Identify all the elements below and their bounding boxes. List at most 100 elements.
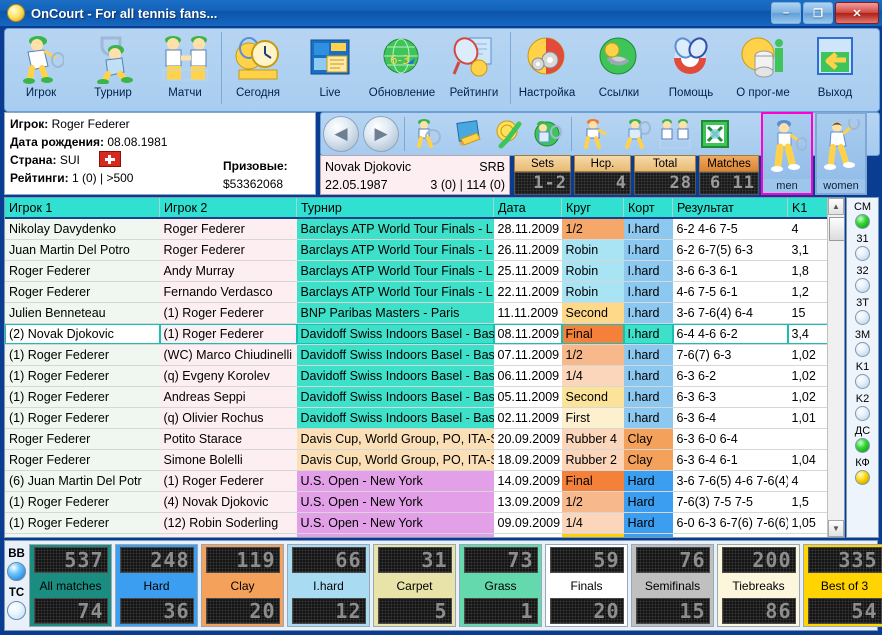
column-header-player2[interactable]: Игрок 2 (159, 198, 297, 219)
scroll-down-button[interactable]: ▼ (828, 520, 844, 537)
cell-result: 6-3 6-4 (672, 407, 788, 429)
table-row[interactable]: (6) Juan Martin Del Potr (1) Roger Federe… (5, 470, 844, 492)
rail-led-CM[interactable] (855, 214, 870, 229)
table-row[interactable]: Juan Martin Del Potro Roger Federer Barcla… (5, 239, 844, 261)
stat-card[interactable]: 335 Best of 3 54 (803, 544, 882, 627)
opponent-detail-row: 22.05.1987 3 (0) | 114 (0) (325, 176, 505, 194)
opponent-info-panel: Novak Djokovic SRB 22.05.1987 3 (0) | 11… (320, 155, 510, 195)
table-row[interactable]: (1) Roger Federer (12) Robin Soderling U.S… (5, 512, 844, 534)
toolbar-item-about[interactable]: О прог-ме (727, 29, 799, 110)
cell-court: Clay (623, 449, 673, 471)
cell-round: Rubber 4 (561, 428, 624, 450)
toolbar-item-update[interactable]: 6-3 Обновление (366, 29, 438, 110)
stat-card[interactable]: 537 All matches 74 (29, 544, 112, 627)
stat-card[interactable]: 248 Hard 36 (115, 544, 198, 627)
stat-card[interactable]: 76 Semifinals 15 (631, 544, 714, 627)
column-header-player1[interactable]: Игрок 1 (5, 198, 160, 219)
table-row[interactable]: (1) Roger Federer Andreas Seppi Davidoff S… (5, 386, 844, 408)
table-row[interactable]: (1) Roger Federer (WC) Marco Chiudinelli D… (5, 344, 844, 366)
toolbar-item-player[interactable]: Игрок (5, 29, 77, 110)
minimize-button[interactable]: – (771, 2, 801, 24)
cell-round: 1/2 (561, 218, 624, 240)
stat-card[interactable]: 73 Grass 1 (459, 544, 542, 627)
grid-vertical-scrollbar[interactable]: ▲ ▼ (827, 198, 844, 537)
cell-date: 07.11.2009 (493, 344, 562, 366)
rail-led-K1[interactable] (855, 374, 870, 389)
rail-led-32[interactable] (855, 278, 870, 293)
stat-card-name: Finals (570, 578, 603, 593)
table-row[interactable]: Nikolay Davydenko Roger Federer Barclays A… (5, 218, 844, 240)
toolbar-item-exit[interactable]: Выход (799, 29, 871, 110)
maximize-button[interactable]: ❐ (803, 2, 833, 24)
back-arrow-icon: ◀ (323, 116, 359, 152)
table-row[interactable]: (1) Roger Federer(14) Tommy RobredoU.S. … (5, 533, 844, 537)
rail-led-K2[interactable] (855, 406, 870, 421)
rail-led-3T[interactable] (855, 310, 870, 325)
stats-player-button[interactable] (615, 115, 655, 153)
forward-button[interactable]: ▶ (361, 115, 401, 153)
table-row[interactable]: (1) Roger Federer (4) Novak Djokovic U.S. … (5, 491, 844, 513)
export-excel-button[interactable] (695, 115, 735, 153)
toolbar-item-live[interactable]: Live (294, 29, 366, 110)
svg-text:6-3: 6-3 (390, 53, 410, 67)
rail-led-ДС[interactable] (855, 438, 870, 453)
cell-court: I.hard (623, 302, 673, 324)
globe-refresh-button[interactable] (528, 115, 568, 153)
close-button[interactable]: ✕ (835, 2, 879, 24)
cell-result: 7-6(7) 6-3 (672, 344, 788, 366)
gender-men-toggle[interactable]: men (761, 112, 813, 195)
matches-grid[interactable]: Игрок 1 Игрок 2 Турнир Дата Круг Корт Ре… (4, 197, 845, 538)
edit-note-button[interactable] (448, 115, 488, 153)
column-header-date[interactable]: Дата (493, 198, 562, 219)
toolbar-item-today[interactable]: Сегодня (222, 29, 294, 110)
stat-card[interactable]: 66 I.hard 12 (287, 544, 370, 627)
column-header-tournament[interactable]: Турнир (296, 198, 494, 219)
stat-card[interactable]: 119 Clay 20 (201, 544, 284, 627)
scroll-thumb[interactable] (829, 217, 844, 241)
export-excel-icon (701, 120, 729, 148)
toolbar-item-tournament[interactable]: Турнир (77, 29, 149, 110)
cell-player1: Roger Federer (5, 260, 160, 282)
toolbar-item-help[interactable]: Помощь (655, 29, 727, 110)
toolbar-item-settings[interactable]: Настройка (511, 29, 583, 110)
serve-player-button[interactable] (575, 115, 615, 153)
gender-women-toggle[interactable]: women (815, 112, 867, 195)
stat-card[interactable]: 59 Finals 20 (545, 544, 628, 627)
toolbar-item-matches[interactable]: Матчи (149, 29, 221, 110)
column-header-round[interactable]: Круг (561, 198, 624, 219)
table-row[interactable]: (2) Novak Djokovic (1) Roger Federer David… (5, 323, 844, 345)
column-header-k1[interactable]: K1 (787, 198, 830, 219)
table-row[interactable]: Julien Benneteau (1) Roger Federer BNP Par… (5, 302, 844, 324)
rail-label-K2: K2 (855, 393, 870, 405)
cell-k1: 1,02 (787, 365, 830, 387)
bb-indicator[interactable] (7, 561, 26, 581)
tc-indicator[interactable] (7, 600, 26, 620)
table-row[interactable]: Roger Federer Andy Murray Barclays ATP Wor… (5, 260, 844, 282)
toolbar-item-ratings[interactable]: Рейтинги (438, 29, 510, 110)
table-row[interactable]: (1) Roger Federer (q) Evgeny Korolev David… (5, 365, 844, 387)
cell-result: 3-6 7-6(4) 6-4 (672, 302, 788, 324)
column-header-court[interactable]: Корт (623, 198, 673, 219)
player-search-button[interactable] (408, 115, 448, 153)
edit-note-icon (456, 120, 481, 146)
rail-led-31[interactable] (855, 246, 870, 261)
back-button[interactable]: ◀ (321, 115, 361, 153)
toolbar-label: Матчи (168, 87, 202, 99)
player-name-value: Roger Federer (51, 117, 130, 131)
column-header-result[interactable]: Результат (672, 198, 788, 219)
cell-court: Hard (623, 512, 673, 534)
filter-led-rail[interactable]: CM 31 32 3T 3M K1 K2 ДС КФ (846, 197, 879, 538)
table-row[interactable]: Roger Federer Potito Starace Davis Cup, Wo… (5, 428, 844, 450)
stat-card-name: All matches (39, 578, 102, 593)
table-row[interactable]: (1) Roger Federer (q) Olivier Rochus David… (5, 407, 844, 429)
stat-card[interactable]: 31 Carpet 5 (373, 544, 456, 627)
stat-card[interactable]: 200 Tiebreaks 86 (717, 544, 800, 627)
toolbar-item-links[interactable]: Ссылки (583, 29, 655, 110)
rail-led-3M[interactable] (855, 342, 870, 357)
scroll-up-button[interactable]: ▲ (828, 198, 844, 215)
table-row[interactable]: Roger Federer Fernando Verdasco Barclays A… (5, 281, 844, 303)
head-to-head-button[interactable] (655, 115, 695, 153)
ball-check-button[interactable] (488, 115, 528, 153)
table-row[interactable]: Roger Federer Simone Bolelli Davis Cup, Wo… (5, 449, 844, 471)
rail-led-КФ[interactable] (855, 470, 870, 485)
